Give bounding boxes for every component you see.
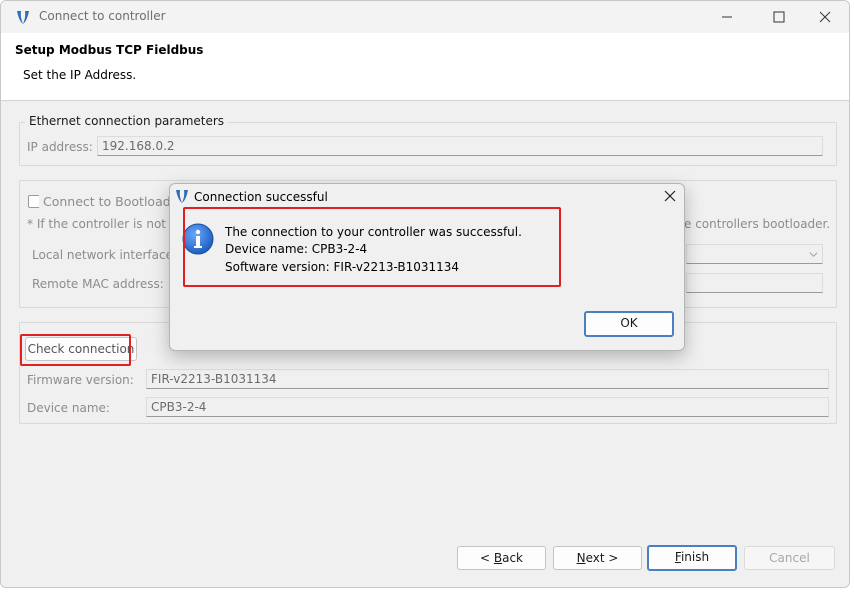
remote-mac-label: Remote MAC address: — [32, 277, 164, 291]
ok-button[interactable]: OK — [584, 311, 674, 337]
ip-address-label: IP address: — [27, 140, 93, 154]
minimize-icon[interactable] — [717, 7, 737, 27]
firmware-version-field[interactable]: FIR-v2213-B1031134 — [146, 369, 829, 389]
firmware-version-label: Firmware version: — [27, 373, 134, 387]
app-logo-icon — [176, 190, 188, 203]
back-button[interactable]: < Back — [457, 546, 546, 570]
title-bar: Connect to controller — [1, 1, 849, 33]
dialog-title: Connection successful — [194, 190, 328, 204]
connection-successful-dialog: Connection successful The connection to … — [169, 183, 685, 351]
finish-button[interactable]: Finish — [647, 545, 737, 571]
next-button[interactable]: Next > — [553, 546, 642, 570]
bootloader-note-left: * If the controller is not r — [27, 217, 175, 231]
app-logo-icon — [17, 11, 29, 24]
page-title: Setup Modbus TCP Fieldbus — [15, 43, 204, 57]
close-icon[interactable] — [815, 7, 835, 27]
window-title: Connect to controller — [39, 9, 166, 23]
ip-address-field[interactable]: 192.168.0.2 — [97, 136, 823, 156]
close-icon[interactable] — [663, 189, 677, 203]
device-name-field[interactable]: CPB3-2-4 — [146, 397, 829, 417]
bootloader-note-right: e controllers bootloader. — [684, 217, 831, 231]
page-subtitle: Set the IP Address. — [23, 68, 137, 82]
wizard-header: Setup Modbus TCP Fieldbus Set the IP Add… — [1, 33, 849, 101]
chevron-down-icon — [809, 252, 818, 257]
remote-mac-field[interactable] — [686, 273, 823, 293]
device-name-label: Device name: — [27, 401, 110, 415]
check-connection-highlight — [20, 334, 131, 366]
local-nic-label: Local network interface: — [32, 248, 178, 262]
bootloader-checkbox-label: Connect to Bootloade — [39, 194, 183, 209]
cancel-button[interactable]: Cancel — [744, 546, 835, 570]
ethernet-group-legend: Ethernet connection parameters — [25, 114, 229, 128]
maximize-icon[interactable] — [769, 7, 789, 27]
local-nic-select[interactable] — [686, 244, 823, 264]
dialog-message-highlight — [183, 207, 561, 287]
